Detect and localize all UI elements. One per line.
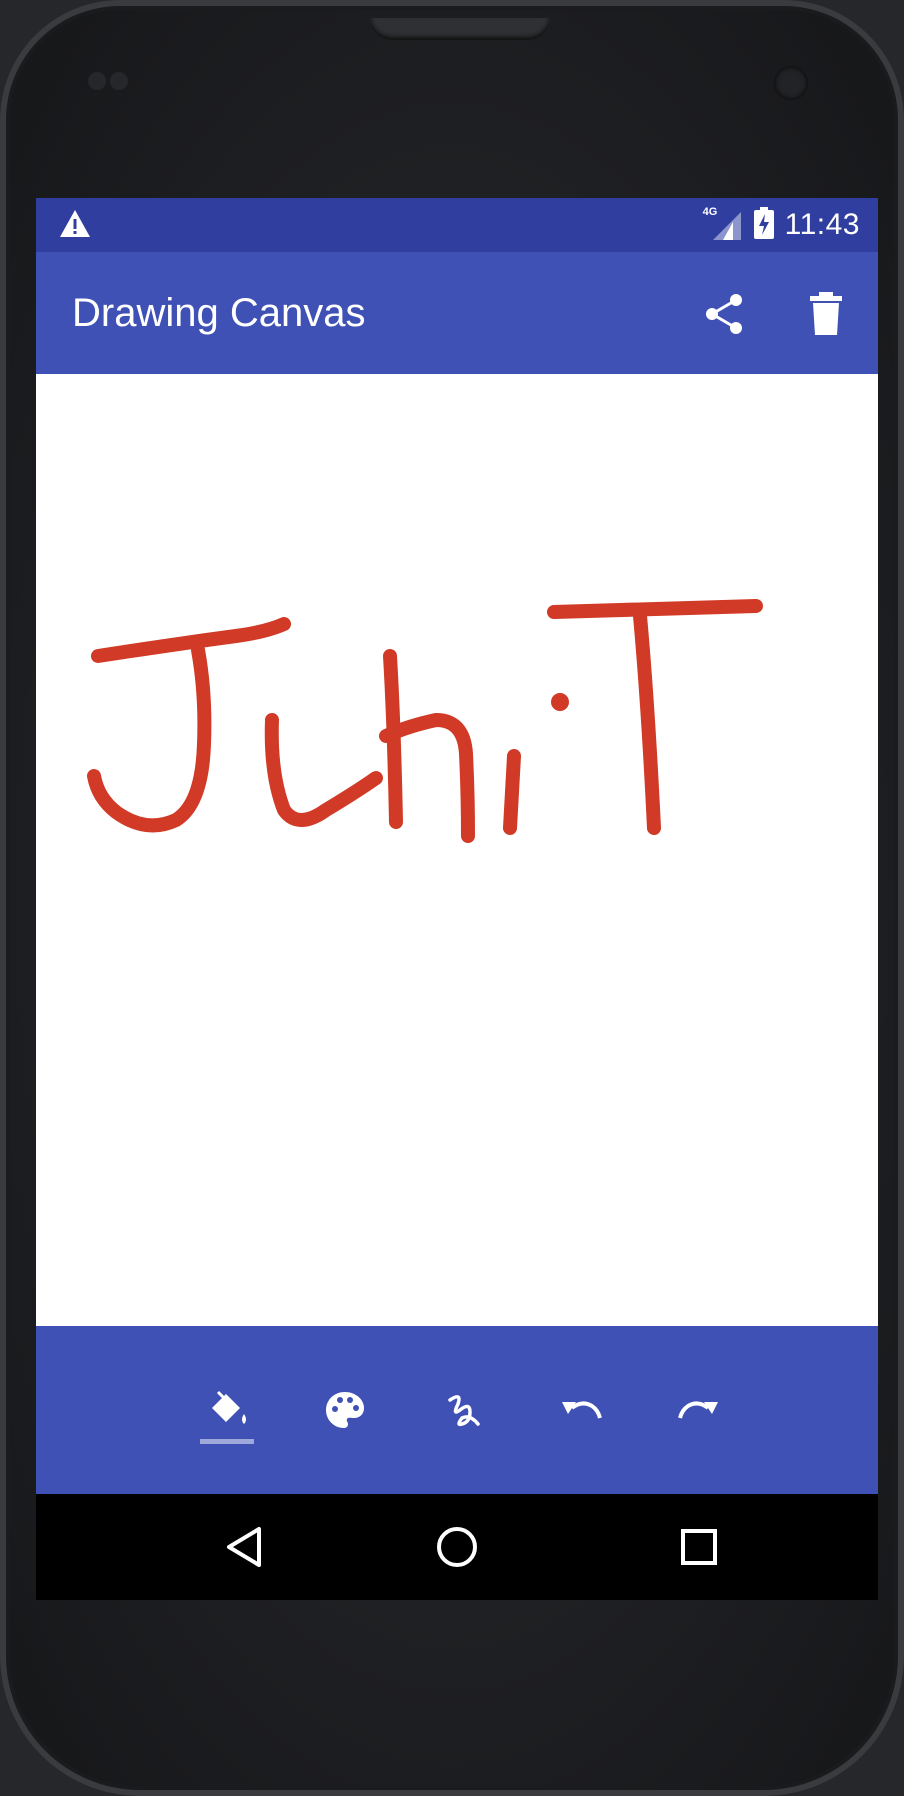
fill-bucket-button[interactable] [192,1376,262,1446]
clock: 11:43 [784,208,860,241]
status-bar: 4G 11:43 [36,198,878,252]
back-button[interactable] [212,1514,278,1580]
battery-icon [753,206,775,245]
bottom-toolbar [36,1326,878,1494]
proximity-sensors [88,72,132,95]
drawing-canvas[interactable] [36,374,878,1326]
back-triangle-icon [227,1527,261,1567]
warning-icon [58,208,92,245]
undo-icon [562,1401,602,1419]
home-button[interactable] [424,1514,490,1580]
home-circle-icon [437,1527,477,1567]
screen: 4G 11:43 Drawing Canvas [36,198,878,1600]
system-nav-bar [36,1494,878,1600]
share-button[interactable] [696,286,752,342]
stroke-t-stem [633,609,661,835]
app-title: Drawing Canvas [72,291,366,335]
delete-button[interactable] [798,286,854,342]
stroke-j-top [91,617,291,663]
phone-frame: 4G 11:43 Drawing Canvas [0,0,904,1796]
brush-stroke-button[interactable] [428,1376,498,1446]
stroke-j-body [87,643,212,833]
stroke-i-dot [551,693,569,711]
brush-stroke-icon [448,1395,480,1427]
stroke-u [264,713,383,827]
stroke-t-bar [547,599,763,619]
palette-icon [326,1392,364,1428]
redo-icon [678,1401,718,1419]
redo-button[interactable] [664,1376,734,1446]
palette-button[interactable] [310,1376,380,1446]
delete-icon [810,292,842,335]
front-camera [774,66,808,100]
status-right: 4G 11:43 [703,198,860,252]
stroke-i [503,749,521,835]
earpiece-speaker [370,18,550,40]
recents-square-icon [681,1529,717,1565]
app-bar: Drawing Canvas [36,252,878,374]
signal-icon: 4G [703,206,743,242]
selected-tool-indicator [200,1439,254,1444]
share-icon [706,294,742,334]
undo-button[interactable] [546,1376,616,1446]
drawing-strokes [87,599,763,843]
recents-button[interactable] [666,1514,732,1580]
fill-bucket-icon [212,1390,246,1424]
